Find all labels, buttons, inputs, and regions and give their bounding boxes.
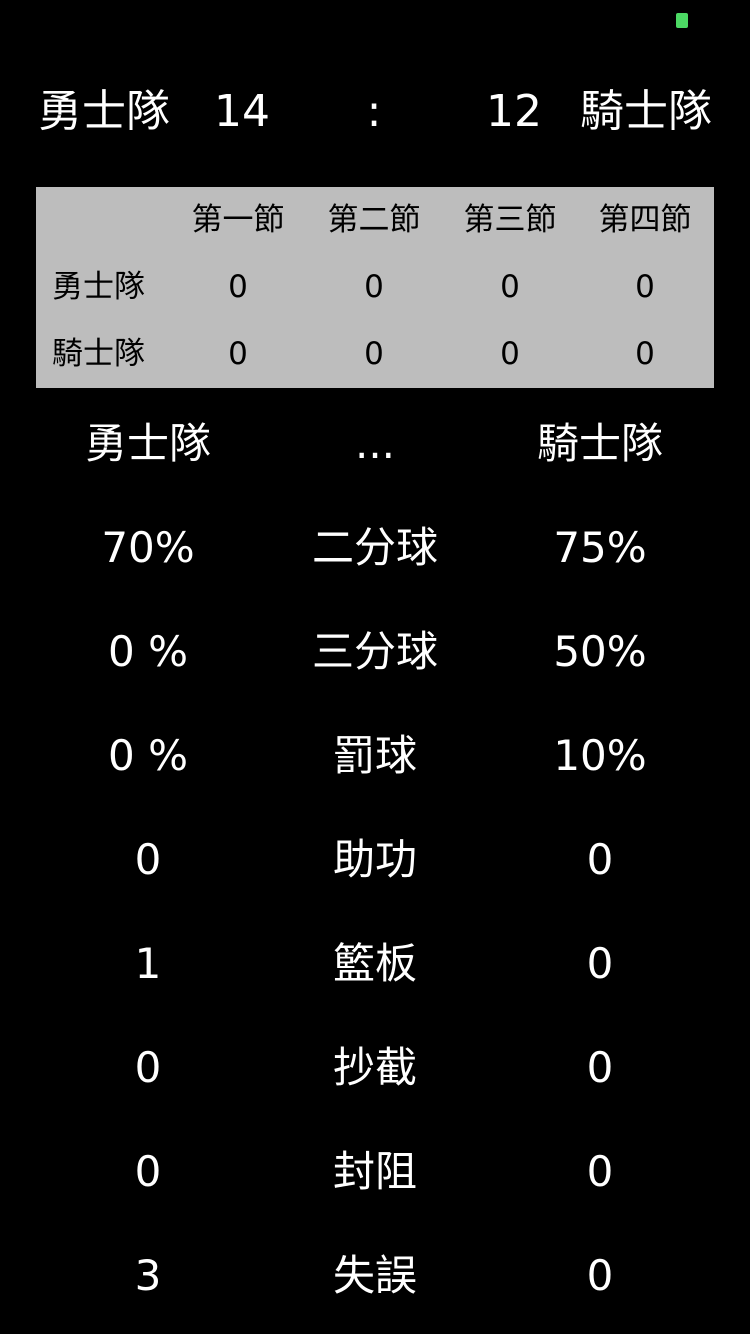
quarter-score-cell: 0 — [364, 336, 384, 372]
away-team-name: 騎士隊 — [580, 86, 712, 137]
quarter-score-table: 第一節 第二節 第三節 第四節 勇士隊 0 0 0 0 騎士隊 0 0 0 0 — [36, 187, 714, 388]
stat-row-turnovers: 3 失誤 0 — [0, 1224, 750, 1328]
stat-row-assists: 0 助功 0 — [0, 808, 750, 912]
quarter-header: 第一節 — [191, 202, 285, 238]
stats-header-ellipsis: ... — [354, 419, 396, 468]
stat-label: 失誤 — [332, 1251, 417, 1300]
quarter-header-row: 第一節 第二節 第三節 第四節 — [36, 187, 714, 254]
stat-home-value: 0 — [134, 1043, 162, 1092]
stat-home-value: 0 % — [108, 627, 188, 676]
stat-home-value: 0 — [134, 835, 162, 884]
stat-row-blocks: 0 封阻 0 — [0, 1120, 750, 1224]
stat-away-value: 0 — [586, 1251, 614, 1300]
quarter-header: 第三節 — [463, 202, 557, 238]
stat-label: 抄截 — [332, 1043, 417, 1092]
stat-row-two-point: 70% 二分球 75% — [0, 496, 750, 600]
quarter-row-team: 騎士隊 — [52, 336, 145, 372]
stat-label: 助功 — [332, 835, 417, 884]
stat-home-value: 0 % — [108, 731, 188, 780]
team-stats-table: 勇士隊 ... 騎士隊 70% 二分球 75% 0 % 三分球 50% 0 % … — [0, 392, 750, 1328]
stat-label: 二分球 — [311, 523, 438, 572]
stat-row-rebounds: 1 籃板 0 — [0, 912, 750, 1016]
stat-home-value: 3 — [134, 1251, 162, 1300]
stat-away-value: 0 — [586, 1147, 614, 1196]
stat-row-free-throw: 0 % 罰球 10% — [0, 704, 750, 808]
quarter-score-cell: 0 — [635, 269, 655, 305]
home-team-name: 勇士隊 — [38, 86, 170, 137]
stats-header-away-team: 騎士隊 — [536, 419, 663, 468]
quarter-row-home: 勇士隊 0 0 0 0 — [36, 254, 714, 321]
stat-away-value: 50% — [553, 627, 647, 676]
quarter-score-cell: 0 — [635, 336, 655, 372]
quarter-row-team: 勇士隊 — [52, 269, 145, 305]
quarter-score-cell: 0 — [500, 269, 520, 305]
stat-away-value: 0 — [586, 835, 614, 884]
stat-home-value: 1 — [134, 939, 162, 988]
stat-away-value: 10% — [553, 731, 647, 780]
quarter-header: 第四節 — [598, 202, 692, 238]
stats-header-home-team: 勇士隊 — [84, 419, 211, 468]
stat-home-value: 0 — [134, 1147, 162, 1196]
quarter-row-away: 騎士隊 0 0 0 0 — [36, 321, 714, 388]
stat-away-value: 0 — [586, 1043, 614, 1092]
stat-away-value: 75% — [553, 523, 647, 572]
stat-label: 罰球 — [332, 731, 417, 780]
stat-row-steals: 0 抄截 0 — [0, 1016, 750, 1120]
quarter-score-cell: 0 — [364, 269, 384, 305]
stat-label: 籃板 — [332, 939, 417, 988]
stat-home-value: 70% — [101, 523, 195, 572]
home-team-score: 14 — [214, 86, 270, 137]
stats-header-row: 勇士隊 ... 騎士隊 — [0, 392, 750, 496]
quarter-header: 第二節 — [327, 202, 421, 238]
stat-label: 三分球 — [311, 627, 438, 676]
quarter-score-cell: 0 — [500, 336, 520, 372]
status-indicator — [676, 13, 688, 28]
stat-label: 封阻 — [332, 1147, 417, 1196]
quarter-score-cell: 0 — [228, 336, 248, 372]
stat-away-value: 0 — [586, 939, 614, 988]
scoreboard: 勇士隊 14 : 12 騎士隊 — [0, 72, 750, 152]
score-separator: : — [366, 86, 382, 137]
away-team-score: 12 — [486, 86, 542, 137]
quarter-score-cell: 0 — [228, 269, 248, 305]
stat-row-three-point: 0 % 三分球 50% — [0, 600, 750, 704]
